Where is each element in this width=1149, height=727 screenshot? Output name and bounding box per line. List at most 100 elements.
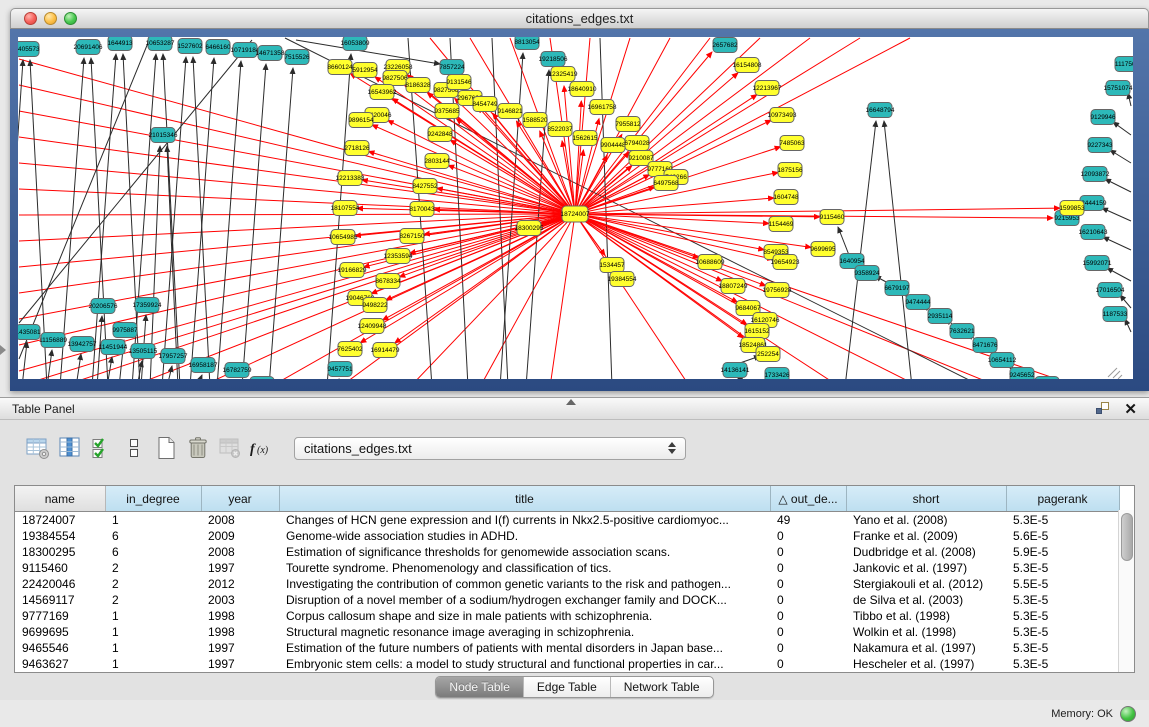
graph-node[interactable]: 1154469 [769, 217, 794, 232]
graph-node[interactable]: 6497568 [653, 176, 679, 191]
table-panel-titlebar[interactable]: Table Panel ✕ [0, 398, 1149, 420]
graph-node[interactable]: 12409948 [358, 319, 387, 334]
graph-node[interactable]: 18724007 [561, 206, 590, 222]
graph-node[interactable]: 8522037 [547, 122, 573, 137]
graph-node[interactable]: 15751074 [1104, 81, 1133, 96]
graph-node[interactable]: 1435081 [18, 325, 41, 340]
graph-node[interactable]: 1527602 [177, 39, 203, 54]
table-row[interactable]: 1938455462009Genome-wide association stu… [15, 528, 1119, 544]
splitter-grip[interactable] [566, 399, 576, 405]
graph-node[interactable]: 16053809 [341, 37, 370, 51]
graph-node[interactable]: 8813054 [514, 37, 540, 50]
graph-node[interactable]: 8454749 [472, 97, 498, 112]
graph-node[interactable]: 17359924 [133, 298, 162, 313]
graph-node[interactable]: 20691406 [74, 40, 103, 55]
tab-node-table[interactable]: Node Table [436, 677, 523, 697]
table-row[interactable]: 2242004622012Investigating the contribut… [15, 576, 1119, 592]
select-rows-icon[interactable] [86, 433, 118, 463]
graph-node[interactable]: 9699695 [810, 242, 836, 257]
graph-node[interactable]: 10654985 [329, 230, 358, 245]
table-row[interactable]: 977716911998Corpus callosum shape and si… [15, 608, 1119, 624]
window-minimize-button[interactable] [44, 12, 57, 25]
graph-node[interactable]: 19756928 [763, 283, 792, 298]
table-row[interactable]: 946554611997Estimation of the future num… [15, 640, 1119, 656]
graph-node[interactable]: 9498222 [362, 298, 388, 313]
graph-node[interactable]: 13942757 [68, 337, 97, 352]
graph-node[interactable]: 16914479 [371, 343, 400, 358]
graph-node[interactable]: 11451944 [99, 340, 128, 355]
column-header-pagerank[interactable]: pagerank [1006, 486, 1119, 512]
graph-node[interactable]: 1588520 [522, 113, 548, 128]
graph-node[interactable]: 7485063 [779, 136, 805, 151]
graph-node[interactable]: 17016504 [1096, 283, 1125, 298]
table-row[interactable]: 1830029562008Estimation of significance … [15, 544, 1119, 560]
graph-node[interactable]: 16543962 [368, 85, 397, 100]
graph-node[interactable]: 2657682 [712, 38, 738, 53]
graph-node[interactable]: 9827506 [382, 71, 408, 86]
table-settings-icon[interactable] [22, 433, 54, 463]
graph-node[interactable]: 9457751 [327, 362, 353, 377]
graph-node[interactable]: 17957257 [159, 349, 188, 364]
graph-node[interactable]: 16210643 [1079, 225, 1108, 240]
graph-node[interactable]: 9975887 [112, 323, 138, 338]
graph-node[interactable]: 9474444 [905, 295, 931, 310]
window-zoom-button[interactable] [64, 12, 77, 25]
graph-node[interactable]: 8427552 [412, 179, 438, 194]
graph-node[interactable]: 12353594 [384, 249, 413, 264]
graph-node[interactable]: 11156889 [39, 333, 67, 348]
graph-node[interactable]: 1562615 [572, 131, 598, 146]
graph-node[interactable]: 6466160 [205, 40, 231, 55]
graph-node[interactable]: 1604748 [773, 190, 799, 205]
scrollbar-thumb[interactable] [1121, 513, 1133, 561]
graph-node[interactable]: 16782759 [223, 363, 252, 378]
table-select-dropdown[interactable]: citations_edges.txt [294, 437, 686, 460]
table-row[interactable]: 1456911722003Disruption of a novel membe… [15, 592, 1119, 608]
graph-node[interactable]: 6794028 [624, 136, 650, 151]
graph-node[interactable]: 20206576 [89, 299, 118, 314]
graph-node[interactable]: 1599853 [1059, 201, 1085, 216]
column-header-title[interactable]: title [279, 486, 770, 512]
graph-node[interactable]: 21015346 [149, 128, 178, 143]
graph-node[interactable]: 18300295 [515, 221, 544, 236]
graph-node[interactable]: 16961758 [588, 100, 617, 115]
graph-node[interactable]: 9115460 [820, 210, 845, 225]
column-header-out_de[interactable]: △ out_de... [770, 486, 846, 512]
graph-node[interactable]: 9896154 [348, 113, 374, 128]
tab-network-table[interactable]: Network Table [610, 677, 713, 697]
graph-node[interactable]: 10688609 [696, 255, 725, 270]
graph-node[interactable]: 252254 [756, 347, 780, 362]
graph-node[interactable]: 5912954 [352, 63, 378, 78]
column-header-year[interactable]: year [201, 486, 279, 512]
graph-node[interactable]: 16648794 [866, 103, 895, 118]
graph-node[interactable]: 15992071 [1083, 256, 1112, 271]
graph-node[interactable]: 10654112 [988, 353, 1017, 368]
graph-node[interactable]: 10973493 [768, 108, 797, 123]
graph-node[interactable]: 1117504 [1115, 57, 1133, 72]
close-panel-icon[interactable]: ✕ [1124, 402, 1137, 418]
column-select-icon[interactable] [54, 433, 86, 463]
graph-node[interactable]: 1875156 [777, 163, 803, 178]
float-panel-icon[interactable] [1094, 400, 1110, 419]
graph-node[interactable]: 16154808 [733, 58, 762, 73]
network-graph[interactable]: 1405573206914061644913106532871527602646… [18, 37, 1133, 379]
graph-node[interactable]: 9146821 [497, 104, 523, 119]
graph-node[interactable]: 8267150 [399, 229, 425, 244]
graph-node[interactable]: 8471676 [972, 338, 998, 353]
graph-node[interactable]: 18640910 [568, 82, 597, 97]
graph-node[interactable]: 7625402 [337, 342, 363, 357]
graph-node[interactable]: 8170043 [409, 202, 435, 217]
graph-node[interactable]: 8186328 [405, 78, 431, 93]
graph-node[interactable]: 9358924 [854, 266, 880, 281]
graph-node[interactable]: 7515526 [284, 50, 310, 65]
graph-node[interactable]: 19218506 [539, 52, 568, 67]
graph-node[interactable]: 8678334 [375, 274, 401, 289]
graph-node[interactable]: 12213383 [336, 171, 365, 186]
column-header-in_degree[interactable]: in_degree [105, 486, 201, 512]
graph-node[interactable]: 8660124 [327, 60, 353, 75]
graph-node[interactable]: 9904448 [600, 138, 626, 153]
graph-node[interactable]: 9227343 [1087, 138, 1113, 153]
graph-node[interactable]: 7632621 [949, 324, 975, 339]
graph-node[interactable]: 16958187 [189, 358, 218, 373]
window-close-button[interactable] [24, 12, 37, 25]
graph-node[interactable]: 19654923 [771, 255, 800, 270]
